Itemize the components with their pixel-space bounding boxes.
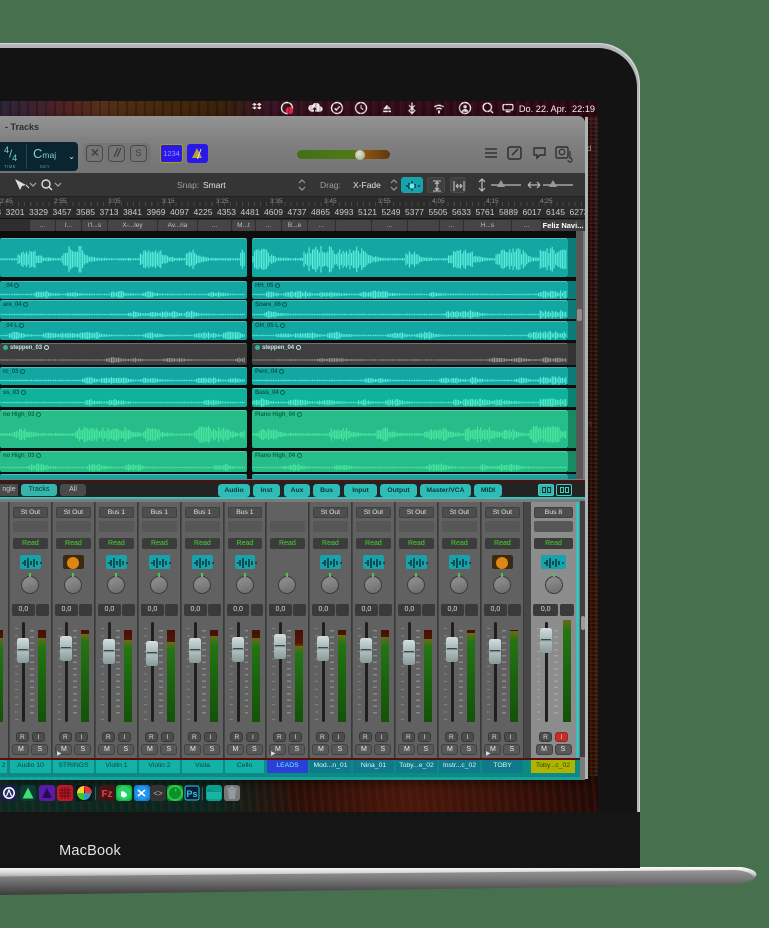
svg-text:Fz: Fz <box>101 789 112 800</box>
svg-text:<>: <> <box>153 790 163 799</box>
svg-text:Ps: Ps <box>186 789 197 799</box>
